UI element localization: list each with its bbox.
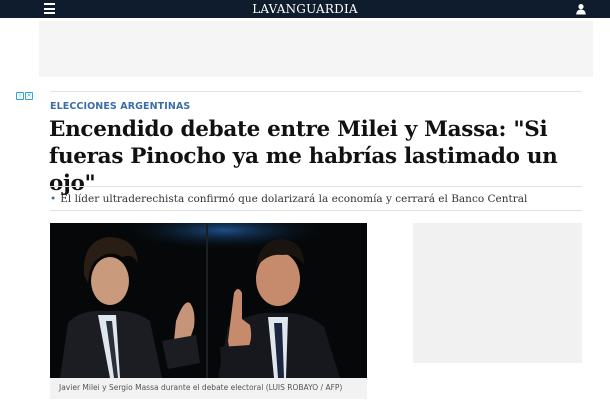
article-headline: Encendido debate entre Milei y Massa: "S… [49,117,558,196]
user-icon[interactable] [575,3,587,15]
divider [50,210,582,211]
divider [50,186,582,187]
summary-bullet: • [50,193,57,205]
adchoices-info-icon[interactable]: i [16,92,24,100]
adchoices-close-icon[interactable]: × [25,92,33,100]
site-logo[interactable]: LAVANGUARDIA [0,1,610,17]
photo-caption: Javier Milei y Sergio Massa durante el d… [59,383,343,392]
adchoices-badge[interactable]: i × [16,92,33,100]
summary-text: El líder ultraderechista confirmó que do… [60,193,528,205]
photo-illustration [50,223,367,378]
site-header: LAVANGUARDIA [0,0,610,18]
section-label[interactable]: ELECCIONES ARGENTINAS [50,101,190,112]
article-summary: • El líder ultraderechista confirmó que d… [50,192,590,206]
sidebar-ad [413,223,582,363]
article-photo[interactable] [50,223,367,378]
top-ad-banner [39,21,593,77]
divider [50,91,582,92]
